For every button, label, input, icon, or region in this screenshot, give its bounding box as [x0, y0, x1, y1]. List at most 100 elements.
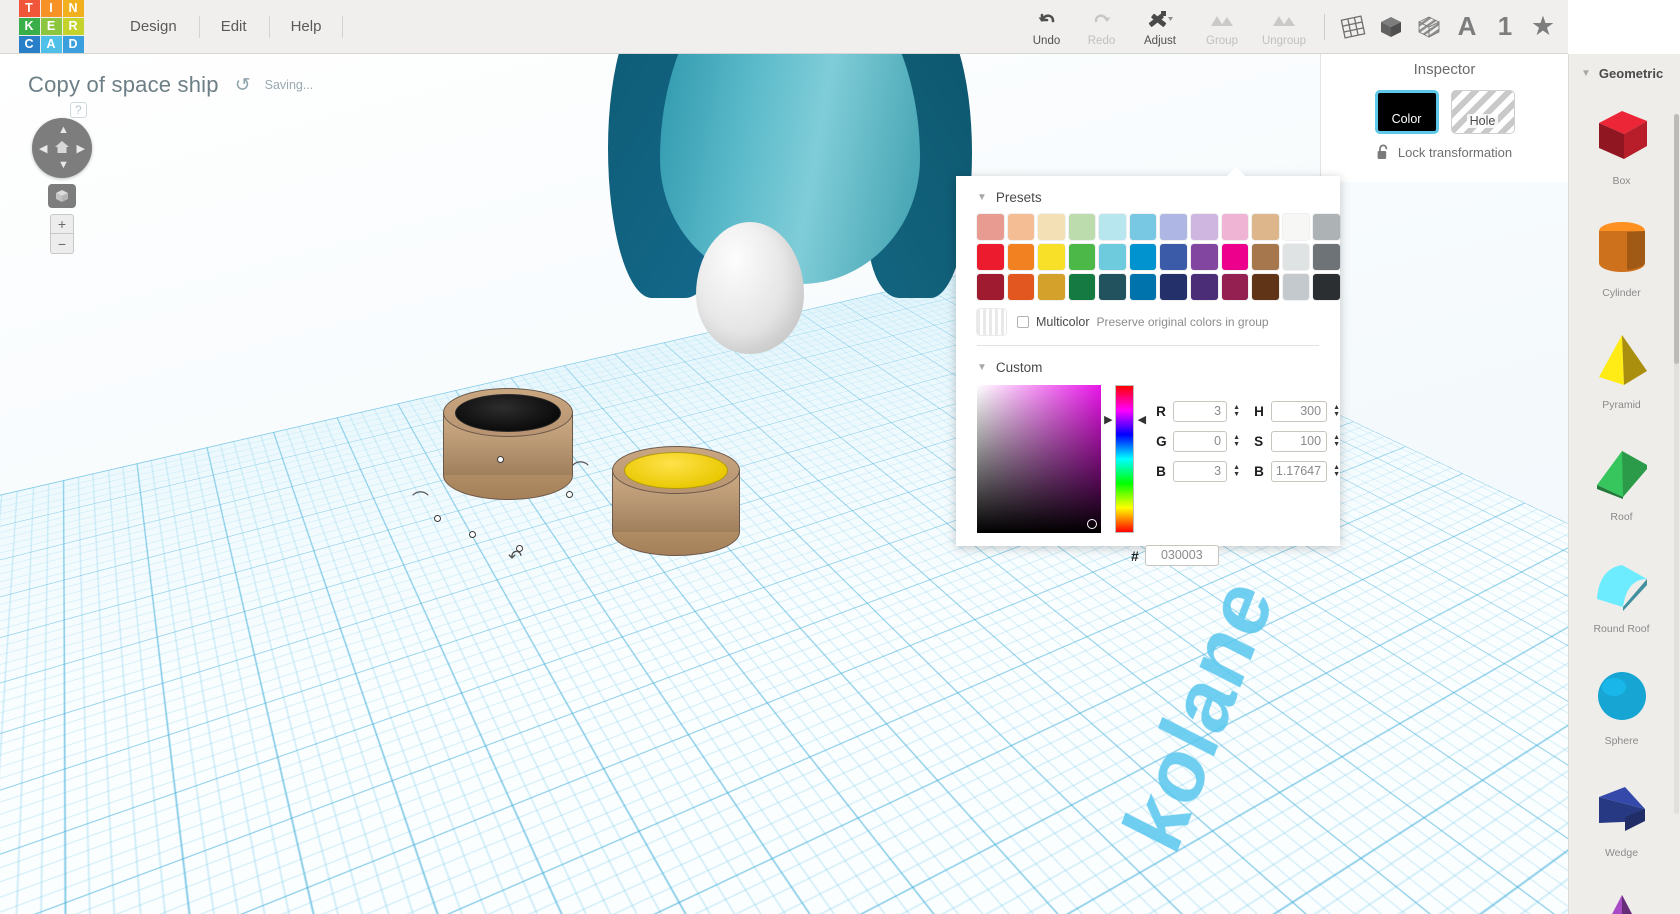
home-view-icon[interactable] — [54, 139, 70, 155]
redo-button[interactable]: Redo — [1074, 0, 1129, 54]
preset-swatch-2-6[interactable] — [1129, 244, 1157, 270]
view-navigation-pad[interactable]: ▲ ▼ ◀ ▶ — [32, 118, 92, 178]
color-picker-popup[interactable]: ▼ Presets Multicolor Preserve original c… — [956, 167, 1340, 566]
preset-swatch-3-10[interactable] — [1252, 274, 1279, 300]
preset-swatch-1-8[interactable] — [1191, 214, 1218, 240]
preset-swatch-2-4[interactable] — [1068, 244, 1096, 270]
preset-swatch-3-6[interactable] — [1129, 274, 1157, 300]
preset-swatch-1-3[interactable] — [1038, 214, 1065, 240]
preset-swatch-1-6[interactable] — [1129, 214, 1157, 240]
selection-handle-bottom[interactable] — [469, 531, 476, 538]
spinner-b[interactable]: ▲ ▼ — [1233, 464, 1240, 478]
nav-up-arrow[interactable]: ▲ — [58, 125, 69, 136]
presets-section-header[interactable]: ▼ Presets — [956, 176, 1340, 205]
preset-swatch-3-9[interactable] — [1221, 274, 1249, 300]
spinner-h[interactable]: ▲ ▼ — [1333, 404, 1340, 418]
spinner-r[interactable]: ▲ ▼ — [1233, 404, 1240, 418]
preset-swatch-3-4[interactable] — [1068, 274, 1096, 300]
adjust-button[interactable]: Adjust — [1129, 0, 1191, 54]
spinner-s[interactable]: ▲ ▼ — [1333, 434, 1340, 448]
shape-item-cylinder[interactable]: Cylinder — [1569, 203, 1674, 315]
preset-swatch-1-4[interactable] — [1068, 214, 1096, 240]
zoom-out-button[interactable]: − — [50, 234, 74, 254]
spinner-g[interactable]: ▲ ▼ — [1233, 434, 1240, 448]
rotate-handle-left[interactable]: ⌒ — [412, 486, 429, 511]
hole-cube-icon[interactable] — [1410, 0, 1448, 54]
undo-button[interactable]: Undo — [1019, 0, 1074, 54]
preset-swatch-2-3[interactable] — [1038, 244, 1065, 270]
project-help-badge[interactable]: ? — [70, 102, 87, 118]
input-s[interactable]: 100 — [1271, 431, 1328, 452]
selection-handle-top[interactable] — [497, 456, 504, 463]
preset-swatch-2-9[interactable] — [1221, 244, 1249, 270]
preset-swatch-3-11[interactable] — [1282, 274, 1310, 300]
preset-swatch-1-5[interactable] — [1099, 214, 1126, 240]
preset-swatch-1-12[interactable] — [1313, 214, 1340, 240]
rotate-handle-right[interactable]: ⌒ — [572, 456, 589, 481]
number-1-icon[interactable]: 1 — [1486, 0, 1524, 54]
shape-item-round-roof[interactable]: Round Roof — [1569, 539, 1674, 651]
object-space-ship[interactable] — [600, 54, 980, 394]
preset-swatch-1-11[interactable] — [1282, 214, 1310, 240]
rotate-handle-bottom[interactable]: ↶ — [508, 547, 522, 567]
menu-item-edit[interactable]: Edit — [198, 0, 269, 54]
shape-item-box[interactable]: Box — [1569, 91, 1674, 203]
text-a-icon[interactable]: A — [1448, 0, 1486, 54]
color-swatch-button[interactable]: Color — [1374, 90, 1439, 134]
preset-swatch-3-7[interactable] — [1160, 274, 1188, 300]
zoom-in-button[interactable]: + — [50, 214, 74, 234]
shape-item-pyramid[interactable]: Pyramid — [1569, 315, 1674, 427]
group-button[interactable]: Group — [1191, 0, 1253, 54]
project-title[interactable]: Copy of space ship — [28, 72, 219, 98]
shapes-scrollbar-track[interactable] — [1674, 114, 1679, 814]
ungroup-button[interactable]: Ungroup — [1253, 0, 1315, 54]
object-cylinder-yellow[interactable] — [612, 446, 740, 556]
hex-input[interactable]: 030003 — [1144, 545, 1219, 566]
multicolor-swatch[interactable] — [977, 309, 1006, 335]
solid-cube-icon[interactable] — [1372, 0, 1410, 54]
preset-swatch-grid[interactable] — [956, 205, 1340, 300]
edit-grid-button[interactable]: Edit grid — [1377, 854, 1444, 874]
preset-swatch-2-10[interactable] — [1252, 244, 1279, 270]
hue-slider[interactable] — [1115, 385, 1135, 533]
nav-right-arrow[interactable]: ▶ — [77, 144, 85, 155]
multicolor-checkbox[interactable] — [1017, 316, 1029, 328]
multicolor-row[interactable]: Multicolor Preserve original colors in g… — [956, 300, 1340, 335]
shape-item-cone[interactable]: Cone — [1569, 875, 1674, 914]
preset-swatch-3-12[interactable] — [1313, 274, 1340, 300]
sv-cursor[interactable] — [1087, 519, 1098, 529]
preset-swatch-1-7[interactable] — [1160, 214, 1188, 240]
nav-left-arrow[interactable]: ◀ — [39, 144, 47, 155]
hue-slider-wrapper[interactable]: ▶ ◀ — [1104, 385, 1146, 533]
preset-swatch-2-5[interactable] — [1099, 244, 1126, 270]
preset-swatch-3-5[interactable] — [1099, 274, 1126, 300]
preset-swatch-2-8[interactable] — [1191, 244, 1218, 270]
menu-item-help[interactable]: Help — [268, 0, 344, 54]
preset-swatch-1-2[interactable] — [1007, 214, 1035, 240]
preset-swatch-3-8[interactable] — [1191, 274, 1218, 300]
preset-swatch-3-2[interactable] — [1007, 274, 1035, 300]
selection-handle-right[interactable] — [566, 491, 573, 498]
lock-transformation-row[interactable]: Lock transformation — [1321, 144, 1568, 161]
input-bv[interactable]: 1.17647 — [1271, 461, 1328, 482]
saturation-value-box[interactable] — [977, 385, 1102, 533]
input-h[interactable]: 300 — [1271, 401, 1328, 422]
preset-swatch-2-2[interactable] — [1007, 244, 1035, 270]
preset-swatch-2-1[interactable] — [977, 244, 1004, 270]
shapes-scrollbar-thumb[interactable] — [1674, 114, 1679, 364]
star-icon[interactable]: ★ — [1524, 0, 1562, 54]
preset-swatch-2-11[interactable] — [1282, 244, 1310, 270]
spinner-bv[interactable]: ▲ ▼ — [1333, 464, 1340, 478]
preset-swatch-1-9[interactable] — [1221, 214, 1249, 240]
shape-item-sphere[interactable]: Sphere — [1569, 651, 1674, 763]
tinkercad-logo[interactable]: TIN KER CAD — [18, 0, 84, 54]
snap-grid-select[interactable]: 1.0 ▼ — [1384, 881, 1444, 900]
menu-item-design[interactable]: Design — [108, 0, 199, 54]
preset-swatch-3-3[interactable] — [1038, 274, 1065, 300]
preset-swatch-1-10[interactable] — [1252, 214, 1279, 240]
selection-handle-left[interactable] — [434, 515, 441, 522]
preset-swatch-2-7[interactable] — [1160, 244, 1188, 270]
custom-section-header[interactable]: ▼ Custom — [956, 346, 1340, 375]
preset-swatch-3-1[interactable] — [977, 274, 1004, 300]
preset-swatch-1-1[interactable] — [977, 214, 1004, 240]
